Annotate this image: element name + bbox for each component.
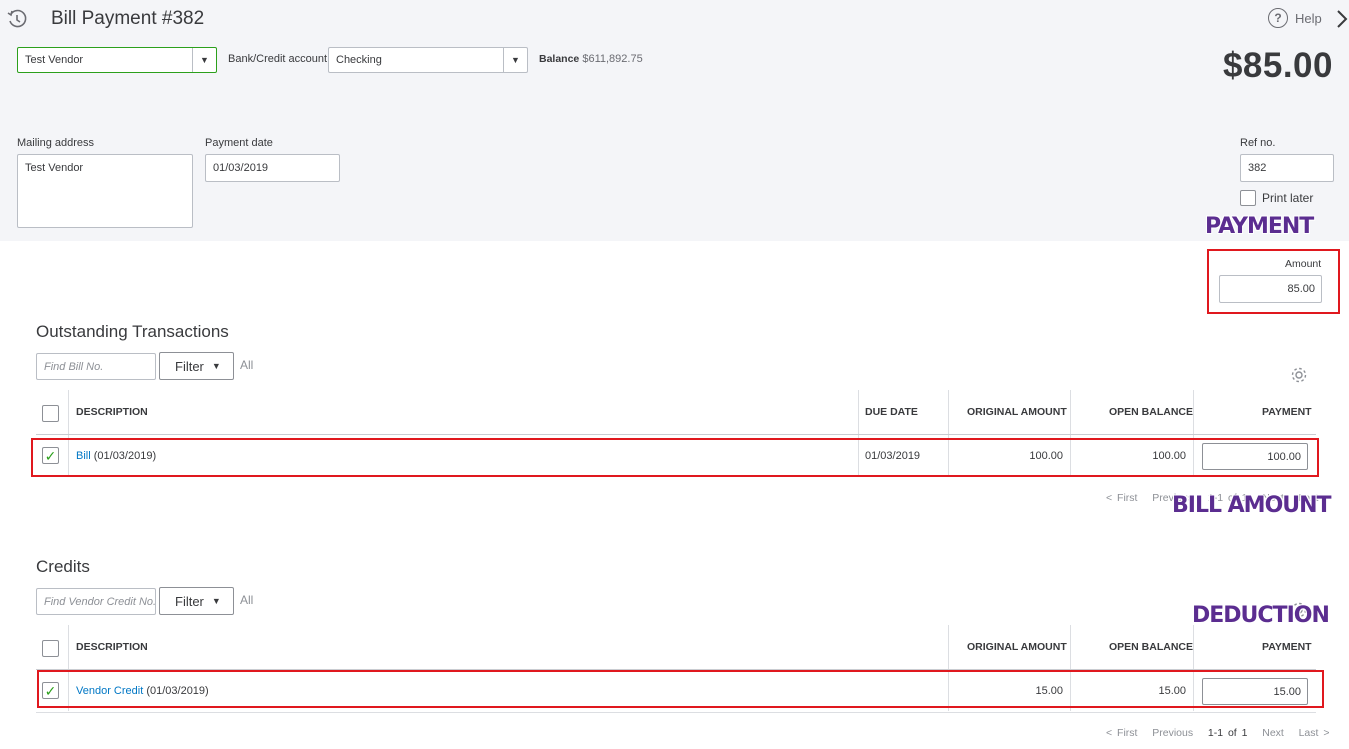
balance-value: $611,892.75 (582, 53, 643, 65)
find-vendor-credit-placeholder: Find Vendor Credit No. (44, 595, 156, 608)
deduction-annotation: DEDUCTION (1192, 603, 1330, 628)
select-all-checkbox[interactable] (42, 640, 59, 657)
select-all-checkbox[interactable] (42, 405, 59, 422)
caret-down-icon: ▼ (211, 361, 221, 371)
table-bottom-divider (36, 712, 1316, 713)
mailing-address-value: Test Vendor (25, 162, 84, 174)
amount-value: 85.00 (1287, 283, 1315, 295)
print-later-checkbox[interactable] (1240, 190, 1256, 206)
page-title: Bill Payment #382 (51, 8, 205, 29)
pager-next[interactable]: Next (1262, 727, 1284, 739)
bank-account-select[interactable]: Checking ▼ (328, 47, 528, 73)
amount-label: Amount (1285, 258, 1322, 270)
vendor-dropdown-arrow[interactable]: ▼ (192, 48, 216, 72)
outstanding-filter-all: All (240, 358, 254, 372)
find-vendor-credit-input[interactable]: Find Vendor Credit No. (36, 588, 156, 615)
header-panel (0, 0, 1349, 241)
pager-last[interactable]: Last > (1299, 727, 1330, 739)
bank-account-value: Checking (336, 54, 382, 66)
ref-no-value: 382 (1248, 162, 1267, 174)
column-header-open-balance[interactable]: OPEN BALANCE (1109, 406, 1193, 418)
bill-row-highlight-box (31, 438, 1319, 477)
vendor-value: Test Vendor (25, 54, 84, 66)
filter-label: Filter (175, 358, 204, 374)
column-header-payment[interactable]: PAYMENT (1262, 406, 1312, 418)
outstanding-title: Outstanding Transactions (36, 322, 229, 341)
vendor-select[interactable]: Test Vendor ▼ (17, 47, 217, 73)
find-bill-input[interactable]: Find Bill No. (36, 353, 156, 380)
column-header-description[interactable]: DESCRIPTION (76, 641, 148, 653)
balance-label: Balance (539, 53, 580, 65)
credit-row-highlight-box (37, 670, 1324, 708)
chevron-right-icon[interactable] (1335, 8, 1349, 30)
filter-label: Filter (175, 593, 204, 609)
column-header-original-amount[interactable]: ORIGINAL AMOUNT (967, 406, 1067, 418)
ref-no-field[interactable]: 382 (1240, 154, 1334, 182)
amount-display: $85.00 (1222, 46, 1333, 85)
payment-date-label: Payment date (205, 137, 273, 149)
bill-amount-annotation: BILL AMOUNT (1172, 493, 1332, 518)
outstanding-filter-button[interactable]: Filter ▼ (159, 352, 234, 380)
column-header-due-date[interactable]: DUE DATE (865, 406, 918, 418)
amount-field[interactable]: 85.00 (1219, 275, 1322, 303)
balance: Balance $611,892.75 (539, 53, 643, 65)
pager-first[interactable]: < First (1106, 727, 1137, 739)
credits-pager: < First Previous 1-1 of 1 Next Last > (1106, 727, 1330, 739)
find-bill-placeholder: Find Bill No. (44, 360, 104, 373)
print-later-label: Print later (1262, 191, 1314, 205)
credits-filter-button[interactable]: Filter ▼ (159, 587, 234, 615)
help-button[interactable]: ? Help (1268, 8, 1322, 28)
question-circle-icon: ? (1268, 8, 1288, 28)
payment-date-value: 01/03/2019 (213, 162, 269, 174)
caret-down-icon: ▼ (211, 596, 221, 606)
payment-date-field[interactable]: 01/03/2019 (205, 154, 340, 182)
bank-dropdown-arrow[interactable]: ▼ (503, 48, 527, 72)
mailing-address-field[interactable]: Test Vendor (17, 154, 193, 228)
column-header-open-balance[interactable]: OPEN BALANCE (1109, 641, 1193, 653)
header-divider (36, 434, 1316, 435)
pager-first[interactable]: < First (1106, 492, 1137, 504)
column-header-description[interactable]: DESCRIPTION (76, 406, 148, 418)
pager-range: 1-1 of 1 (1207, 727, 1248, 739)
bank-account-label: Bank/Credit account (228, 53, 328, 65)
help-label: Help (1295, 10, 1322, 26)
credits-title: Credits (36, 557, 90, 576)
credits-filter-all: All (240, 593, 254, 607)
print-later-option[interactable]: Print later (1240, 190, 1313, 206)
history-clock-icon[interactable] (6, 8, 28, 30)
gear-icon[interactable] (1290, 366, 1308, 384)
payment-annotation: PAYMENT (1205, 214, 1314, 239)
column-header-payment[interactable]: PAYMENT (1262, 641, 1312, 653)
column-header-original-amount[interactable]: ORIGINAL AMOUNT (967, 641, 1067, 653)
pager-previous[interactable]: Previous (1152, 727, 1193, 739)
mailing-address-label: Mailing address (17, 137, 95, 149)
ref-no-label: Ref no. (1240, 137, 1276, 149)
